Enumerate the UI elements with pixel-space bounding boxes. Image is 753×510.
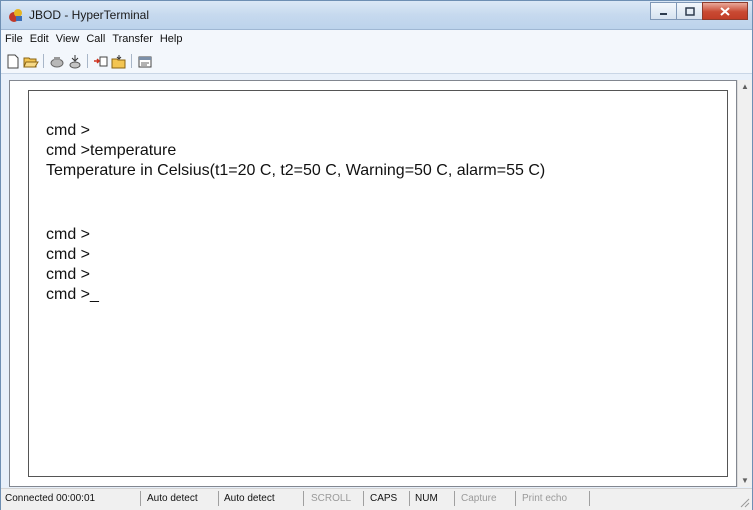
status-auto-detect-1: Auto detect [145,491,219,506]
close-button[interactable] [702,2,748,20]
terminal-line: Temperature in Celsius(t1=20 C, t2=50 C,… [46,162,546,179]
scroll-down-arrow-icon[interactable]: ▼ [741,476,749,485]
status-bar: Connected 00:00:01 Auto detect Auto dete… [1,488,752,510]
vertical-scrollbar[interactable]: ▲ ▼ [737,80,752,487]
toolbar-separator [87,54,88,68]
terminal-screen[interactable]: cmd > cmd >temperature Temperature in Ce… [28,90,728,477]
toolbar-separator [43,54,44,68]
menu-bar: File Edit View Call Transfer Help [1,30,752,49]
terminal-line: cmd > [46,226,91,243]
status-capture: Capture [459,491,516,506]
hyperterminal-app-icon [9,9,22,22]
status-caps: CAPS [368,491,410,506]
minimize-button[interactable] [650,2,677,20]
resize-grip-icon[interactable] [740,498,750,508]
title-bar[interactable]: JBOD - HyperTerminal [1,1,752,30]
menu-view[interactable]: View [52,30,83,45]
terminal-line: cmd >_ [46,286,99,303]
menu-file[interactable]: File [1,30,26,45]
menu-transfer[interactable]: Transfer [108,30,156,45]
toolbar-separator [131,54,132,68]
hyperterminal-window: JBOD - HyperTerminal File Edit View Call Tra… [0,0,753,510]
receive-icon[interactable] [111,54,127,69]
send-icon[interactable] [93,54,109,69]
maximize-button[interactable] [676,2,703,20]
open-icon[interactable] [23,54,39,69]
status-connected: Connected 00:00:01 [3,491,141,506]
terminal-line: cmd > [46,122,91,139]
status-num: NUM [413,491,455,506]
menu-call[interactable]: Call [82,30,108,45]
terminal-line: cmd > [46,266,91,283]
scroll-up-arrow-icon[interactable]: ▲ [741,82,749,91]
window-title: JBOD - HyperTerminal [29,8,150,22]
status-print-echo: Print echo [520,491,590,506]
properties-icon[interactable] [137,54,153,69]
close-icon [720,6,730,16]
menu-edit[interactable]: Edit [26,30,52,45]
minimize-icon [660,12,667,15]
menu-help[interactable]: Help [156,30,186,45]
new-icon[interactable] [5,54,21,69]
maximize-icon [684,6,695,16]
terminal-line: cmd > [46,246,91,263]
window-controls [650,2,748,20]
terminal-line: cmd >temperature [46,142,177,159]
status-scroll: SCROLL [309,491,364,506]
call-icon[interactable] [49,54,65,69]
terminal-client-area[interactable]: cmd > cmd >temperature Temperature in Ce… [9,80,737,487]
disconnect-icon[interactable] [67,54,83,69]
toolbar [1,49,752,74]
status-auto-detect-2: Auto detect [222,491,304,506]
